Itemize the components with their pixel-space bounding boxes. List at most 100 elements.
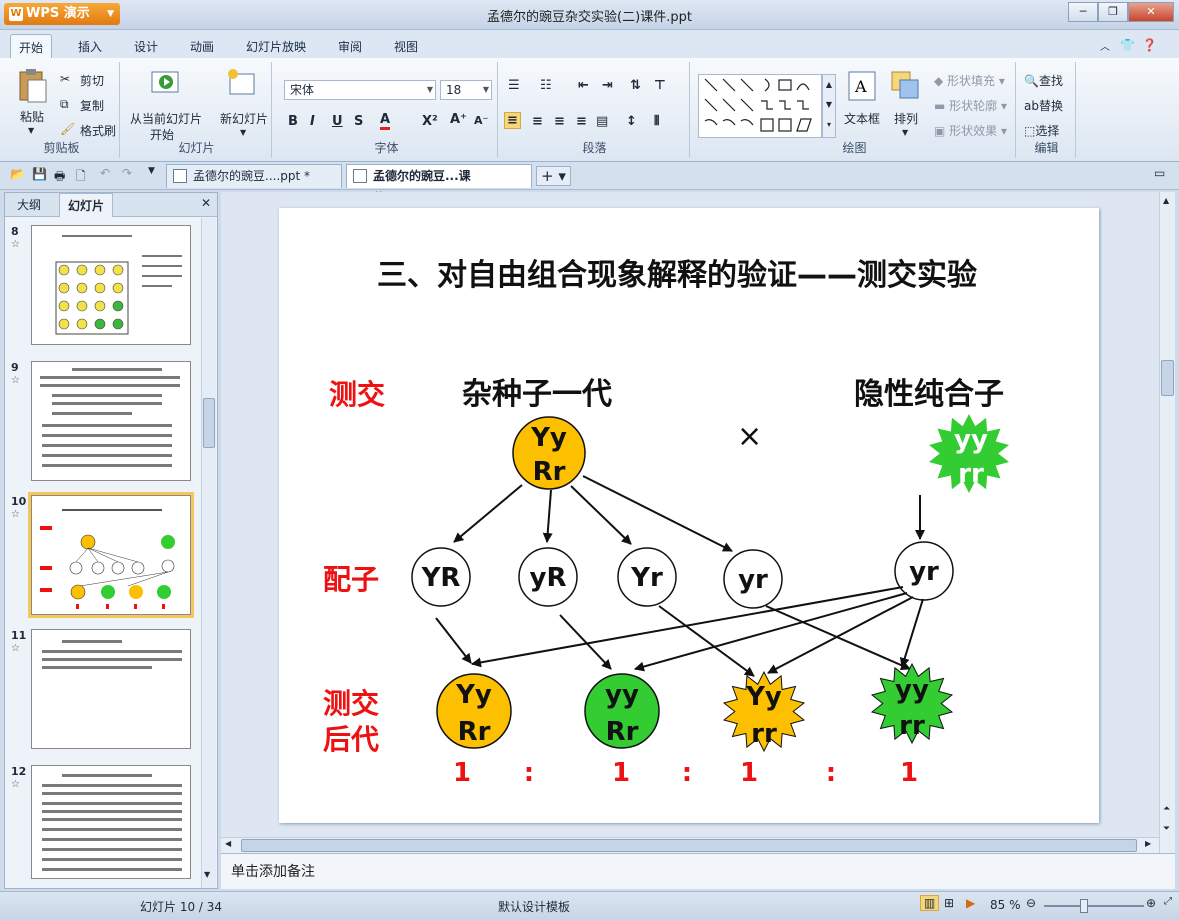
label-testcross[interactable]: 测交 bbox=[329, 378, 385, 411]
close-button[interactable]: ✕ bbox=[1128, 2, 1174, 22]
replace-button[interactable]: ab替换 bbox=[1024, 97, 1063, 114]
zoom-out-icon[interactable]: ⊖ bbox=[1026, 896, 1036, 910]
maximize-button[interactable]: ❐ bbox=[1098, 2, 1128, 22]
align-center-button[interactable]: ≡ bbox=[532, 114, 543, 129]
scroll-up-icon[interactable]: ▲ bbox=[1163, 196, 1169, 205]
fit-window-icon[interactable]: ⤢ bbox=[1164, 896, 1172, 907]
shape-effect-button[interactable]: ▣ 形状效果 ▾ bbox=[934, 122, 1007, 139]
tab-slideshow[interactable]: 幻灯片放映 bbox=[246, 38, 306, 55]
zoom-slider-thumb[interactable] bbox=[1080, 899, 1088, 913]
zoom-level[interactable]: 85 % bbox=[990, 898, 1021, 912]
slide-thumbnail-8[interactable]: 8 ☆ bbox=[11, 225, 195, 349]
close-pane-icon[interactable]: ✕ bbox=[201, 196, 211, 210]
doc-tab-2[interactable]: 孟德尔的豌豆...课件.ppt✕ bbox=[346, 164, 532, 205]
play-from-current-button[interactable]: 从当前幻灯片 bbox=[130, 110, 202, 127]
scroll-thumb[interactable] bbox=[241, 839, 1137, 852]
grow-font-button[interactable]: A⁺ bbox=[450, 112, 467, 127]
next-slide-icon[interactable]: ⏷ bbox=[1163, 824, 1170, 834]
zoom-in-icon[interactable]: ⊕ bbox=[1146, 896, 1156, 910]
minimize-button[interactable]: ─ bbox=[1068, 2, 1098, 22]
shapes-gallery-scroll[interactable]: ▲ ▼ ▾ bbox=[822, 74, 836, 138]
font-name-select[interactable]: 宋体 ▼ bbox=[284, 80, 436, 100]
tab-view[interactable]: 视图 bbox=[394, 38, 418, 55]
label-offspring-2[interactable]: 后代 bbox=[323, 723, 379, 756]
format-painter-button[interactable]: 格式刷 bbox=[80, 122, 116, 139]
select-button[interactable]: ⬚选择 bbox=[1024, 122, 1059, 139]
justify-button[interactable]: ≡ bbox=[576, 114, 587, 129]
undo-icon[interactable]: ↶ bbox=[100, 166, 110, 180]
open-icon[interactable]: 📂 bbox=[10, 167, 25, 181]
redo-icon[interactable]: ↷ bbox=[122, 166, 132, 180]
font-size-select[interactable]: 18 ▼ bbox=[440, 80, 492, 100]
label-offspring-1[interactable]: 测交 bbox=[323, 687, 379, 720]
label-hybrid[interactable]: 杂种子一代 bbox=[462, 377, 612, 412]
decrease-indent-icon[interactable]: ⇤ bbox=[578, 78, 589, 93]
tab-review[interactable]: 审阅 bbox=[338, 38, 362, 55]
slideshow-icon[interactable]: ▶ bbox=[966, 896, 975, 910]
slide[interactable]: 三、对自由组合现象解释的验证——测交实验 测交 杂种子一代 隐性纯合子 × Yy… bbox=[279, 208, 1099, 823]
font-color-button[interactable]: A bbox=[380, 112, 391, 130]
print-preview-icon[interactable]: 🗋 bbox=[76, 167, 86, 188]
underline-button[interactable]: U bbox=[332, 114, 343, 129]
superscript-button[interactable]: X² bbox=[422, 114, 438, 129]
shape-outline-button[interactable]: ▬ 形状轮廓 ▾ bbox=[934, 97, 1007, 114]
collapse-ribbon-icon[interactable]: ︿ bbox=[1100, 38, 1110, 53]
text-direction-icon[interactable]: ⇅ bbox=[630, 78, 641, 93]
columns-icon[interactable]: ⫴ bbox=[654, 114, 659, 129]
slide-thumbnail-10[interactable]: 10 ☆ bbox=[11, 492, 195, 619]
zoom-slider[interactable] bbox=[1044, 905, 1144, 907]
cut-button[interactable]: 剪切 bbox=[80, 72, 104, 89]
tab-home[interactable]: 开始 bbox=[10, 34, 53, 60]
slide-thumbnail-9[interactable]: 9 ☆ bbox=[11, 361, 195, 485]
horizontal-scrollbar[interactable]: ◀ ▶ bbox=[221, 837, 1159, 853]
textbox-button[interactable]: 文本框 bbox=[844, 110, 880, 127]
new-tab-button[interactable]: + ▾ bbox=[536, 166, 571, 186]
label-gametes[interactable]: 配子 bbox=[323, 563, 379, 596]
save-icon[interactable]: 💾 bbox=[32, 167, 47, 181]
new-slide-button[interactable]: 新幻灯片 bbox=[220, 110, 268, 127]
print-icon[interactable]: 🖶 bbox=[54, 167, 65, 188]
numbering-icon[interactable]: ☷ bbox=[540, 78, 552, 93]
align-left-button[interactable]: ≡ bbox=[504, 112, 521, 129]
align-right-button[interactable]: ≡ bbox=[554, 114, 565, 129]
shapes-gallery[interactable] bbox=[698, 74, 822, 138]
slide-sorter-icon[interactable]: ⊞ bbox=[944, 896, 954, 910]
scroll-right-icon[interactable]: ▶ bbox=[1145, 839, 1151, 848]
slide-thumbnail-11[interactable]: 11 ☆ bbox=[11, 629, 195, 753]
italic-button[interactable]: I bbox=[310, 114, 315, 129]
paste-button[interactable]: 粘贴 bbox=[20, 108, 44, 125]
restore-pane-icon[interactable]: ▭ bbox=[1154, 166, 1165, 180]
slide-title[interactable]: 三、对自由组合现象解释的验证——测交实验 bbox=[377, 258, 977, 293]
normal-view-icon[interactable]: ▥ bbox=[920, 895, 940, 911]
bold-button[interactable]: B bbox=[288, 114, 298, 129]
previous-slide-icon[interactable]: ⏶ bbox=[1163, 804, 1170, 814]
shape-fill-button[interactable]: ◆ 形状填充 ▾ bbox=[934, 72, 1005, 89]
slide-thumbnail-12[interactable]: 12 ☆ bbox=[11, 765, 195, 889]
new-slide-dropdown-icon[interactable]: ▼ bbox=[240, 128, 246, 137]
scroll-left-icon[interactable]: ◀ bbox=[225, 839, 231, 848]
scroll-down-icon[interactable]: ▼ bbox=[204, 870, 210, 879]
skin-icon[interactable]: 👕 bbox=[1120, 38, 1135, 52]
find-button[interactable]: 🔍查找 bbox=[1024, 72, 1063, 89]
strikethrough-button[interactable]: S bbox=[354, 114, 363, 129]
shrink-font-button[interactable]: A⁻ bbox=[474, 114, 488, 127]
tab-animation[interactable]: 动画 bbox=[190, 38, 214, 55]
distribute-button[interactable]: ▤ bbox=[596, 114, 608, 129]
vertical-scrollbar[interactable]: ▲ ⏶ ⏷ bbox=[1159, 192, 1175, 853]
align-text-icon[interactable]: ⊤ bbox=[654, 78, 666, 93]
slides-pane-scrollbar[interactable]: ▼ bbox=[201, 218, 216, 888]
scroll-thumb[interactable] bbox=[203, 398, 215, 448]
label-recessive[interactable]: 隐性纯合子 bbox=[854, 377, 1004, 412]
tab-insert[interactable]: 插入 bbox=[78, 38, 102, 55]
tab-design[interactable]: 设计 bbox=[134, 38, 158, 55]
doc-tab-1[interactable]: 孟德尔的豌豆....ppt * bbox=[166, 164, 342, 188]
paste-dropdown-icon[interactable]: ▼ bbox=[28, 126, 34, 135]
line-spacing-icon[interactable]: ↕ bbox=[626, 114, 637, 129]
scroll-thumb[interactable] bbox=[1161, 360, 1174, 396]
bullets-icon[interactable]: ☰ bbox=[508, 78, 520, 93]
increase-indent-icon[interactable]: ⇥ bbox=[602, 78, 613, 93]
customize-toolbar-icon[interactable]: ▼ bbox=[148, 166, 155, 176]
help-icon[interactable]: ❓ bbox=[1142, 38, 1157, 52]
copy-button[interactable]: 复制 bbox=[80, 97, 104, 114]
arrange-button[interactable]: 排列 bbox=[894, 110, 918, 127]
